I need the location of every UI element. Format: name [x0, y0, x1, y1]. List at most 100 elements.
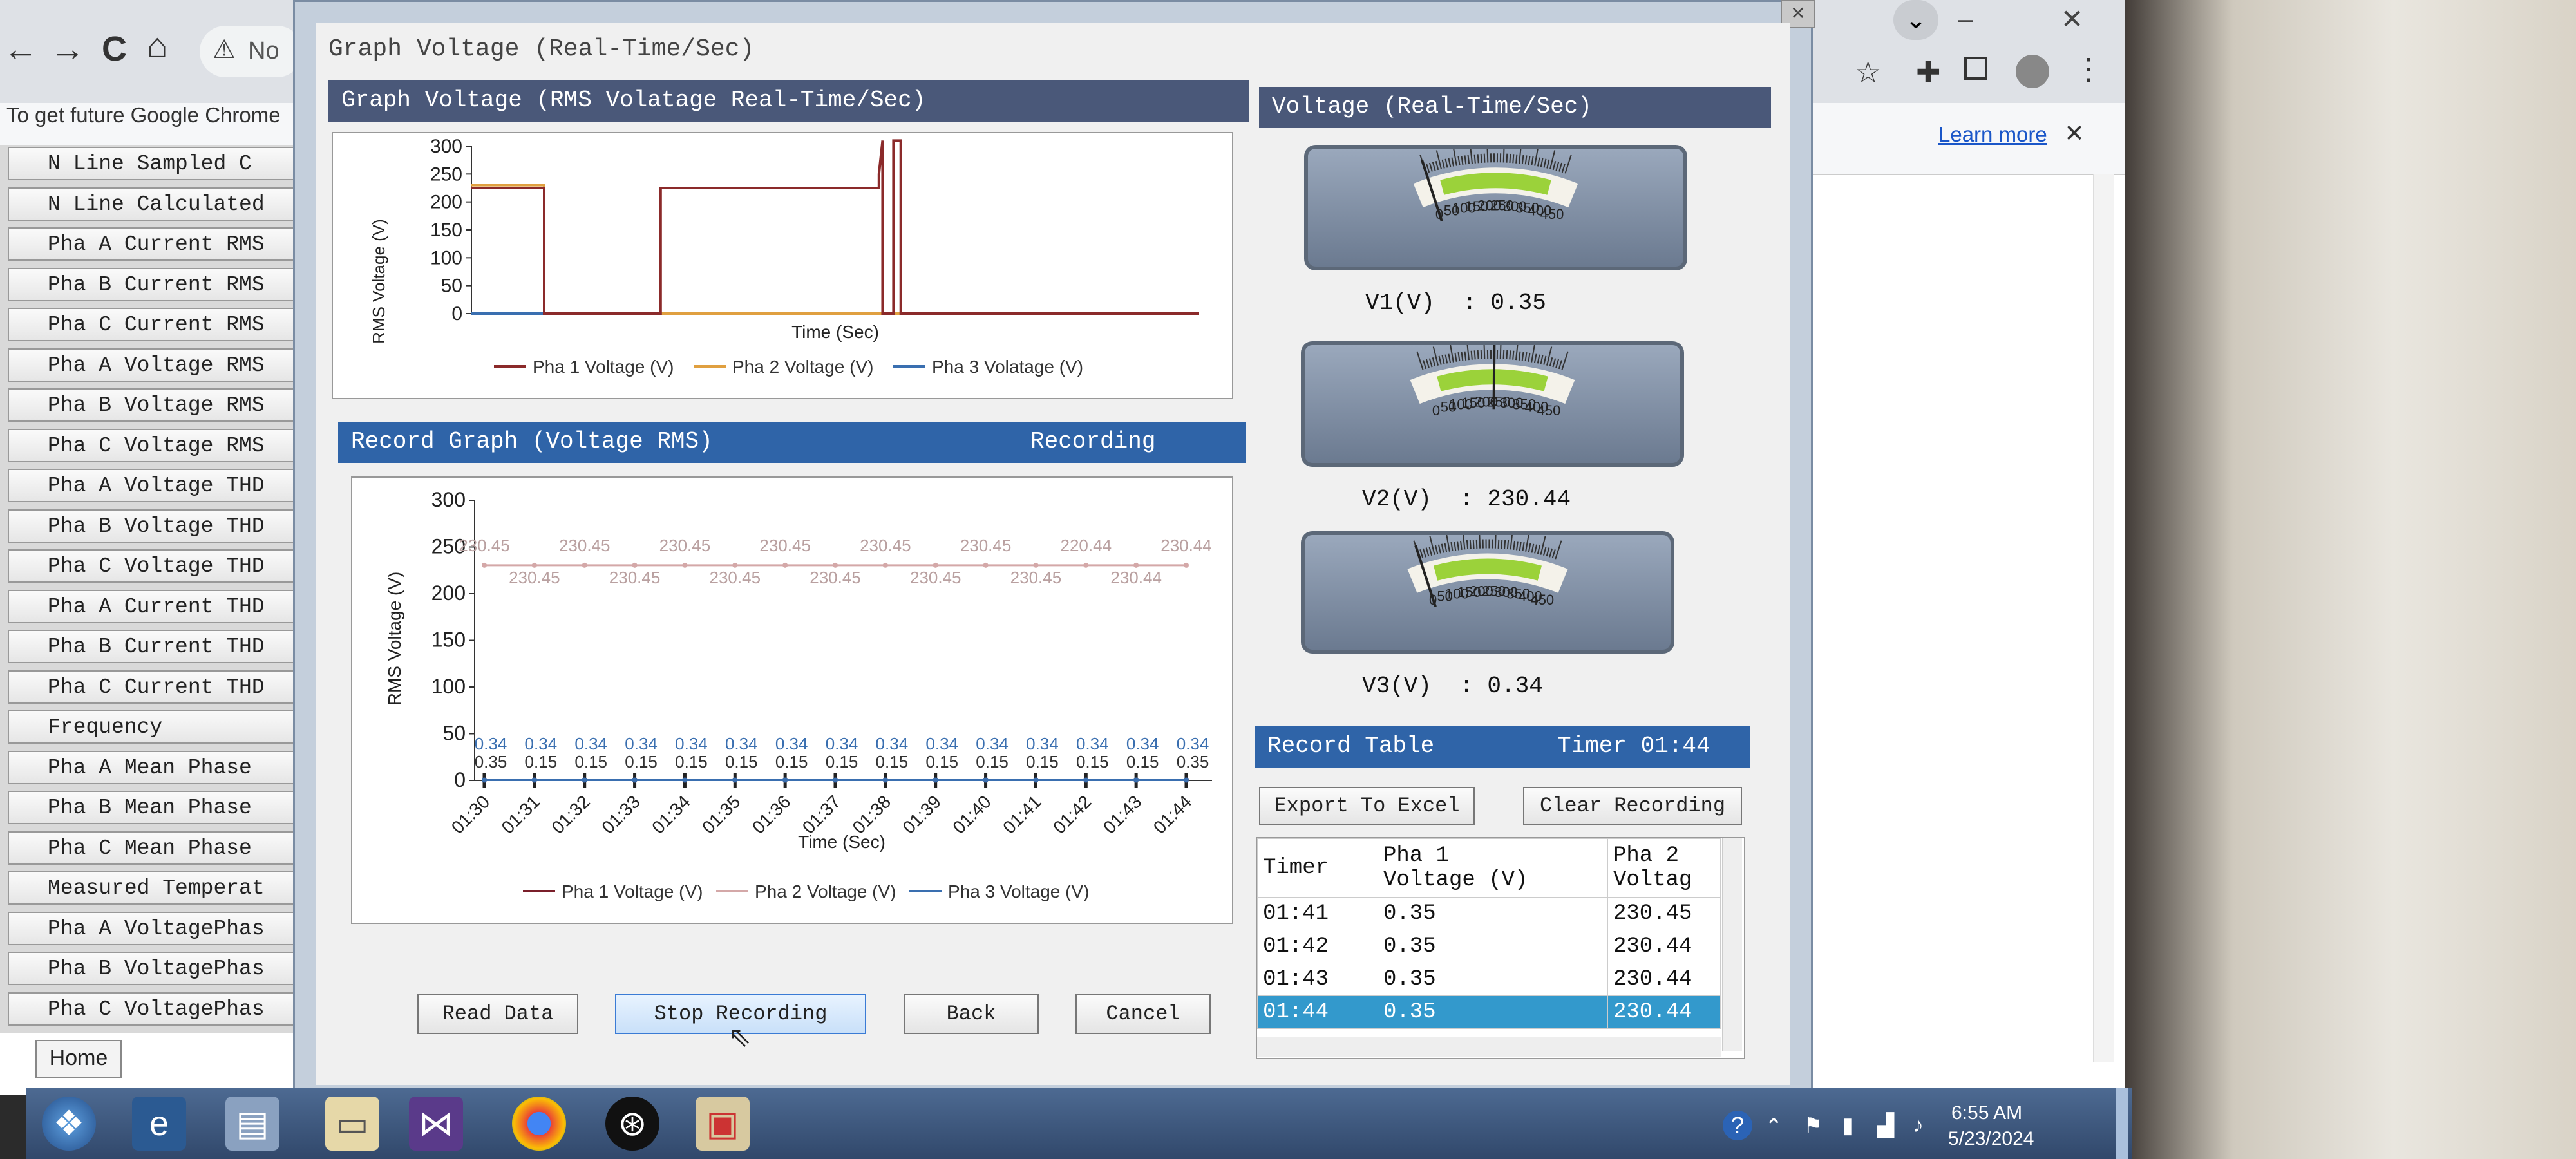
- data-point: [1133, 777, 1139, 783]
- app-window-icon[interactable]: ▣: [696, 1097, 750, 1151]
- voltage-gauge: 050100150200250300350400450: [1304, 145, 1687, 270]
- clock-time[interactable]: 6:55 AM: [1951, 1102, 2022, 1124]
- back-arrow-icon[interactable]: ←: [3, 29, 38, 69]
- volume-icon[interactable]: ♪: [1913, 1113, 1924, 1138]
- side-panel-icon[interactable]: [1964, 57, 1987, 80]
- app-list-item[interactable]: Pha B VoltagePhas: [8, 952, 317, 985]
- legend-label: Pha 3 Volatage (V): [932, 357, 1083, 377]
- show-desktop-button[interactable]: [2116, 1088, 2128, 1159]
- table-cell: 230.44: [1607, 995, 1721, 1029]
- data-label: 0.34: [475, 734, 507, 753]
- app-list-item[interactable]: Pha B Mean Phase: [8, 791, 317, 824]
- table-horizontal-scrollbar[interactable]: [1257, 1037, 1721, 1057]
- extensions-icon[interactable]: ✚: [1916, 55, 1941, 90]
- reload-icon[interactable]: C: [102, 29, 127, 69]
- data-label: 0.34: [876, 734, 909, 753]
- table-header-cell[interactable]: Timer: [1257, 838, 1378, 898]
- gauge-tick: [1564, 155, 1572, 174]
- edge-icon[interactable]: e: [132, 1097, 186, 1151]
- help-icon[interactable]: ?: [1723, 1111, 1752, 1140]
- minimize-icon[interactable]: –: [1958, 3, 1973, 34]
- table-row[interactable]: 01:42 0.35 230.44: [1257, 930, 1721, 963]
- app-list-item[interactable]: Pha C Voltage THD: [8, 549, 317, 583]
- app-list-item[interactable]: Pha A VoltagePhas: [8, 911, 317, 945]
- home-icon[interactable]: ⌂: [147, 26, 168, 66]
- gauge-tick: [1441, 543, 1444, 553]
- app-list-item[interactable]: Pha A Current RMS: [8, 227, 317, 261]
- app-list-item[interactable]: Pha C VoltagePhas: [8, 992, 317, 1026]
- back-button[interactable]: Back: [904, 994, 1039, 1034]
- gauge-tick: [1549, 548, 1553, 558]
- app-list-item[interactable]: Pha C Voltage RMS: [8, 428, 317, 462]
- gauge-tick: [1537, 157, 1540, 167]
- y-tick-label: 250: [430, 164, 462, 185]
- app-list-item[interactable]: Pha B Voltage RMS: [8, 388, 317, 422]
- background-photo: [2119, 0, 2576, 1159]
- y-tick-label: 0: [454, 768, 466, 791]
- data-point: [983, 562, 989, 568]
- tray-expand-icon[interactable]: ⌃: [1765, 1114, 1783, 1140]
- read-data-button[interactable]: Read Data: [417, 994, 578, 1034]
- battery-icon[interactable]: ▮: [1842, 1113, 1854, 1138]
- bookmark-star-icon[interactable]: ☆: [1855, 55, 1881, 90]
- export-excel-button[interactable]: Export To Excel: [1259, 787, 1475, 825]
- app-list-item[interactable]: Pha B Voltage THD: [8, 509, 317, 543]
- cancel-button[interactable]: Cancel: [1075, 994, 1211, 1034]
- file-explorer-icon[interactable]: ▭: [325, 1097, 379, 1151]
- data-label: 0.34: [725, 734, 758, 753]
- data-label: 0.34: [1026, 734, 1059, 753]
- record-table-panel: Timer Pha 1 Voltage (V) Pha 2 Voltag 01:41 0…: [1256, 837, 1745, 1059]
- gauge-scale-label: 450: [1530, 592, 1554, 608]
- table-row[interactable]: 01:41 0.35 230.45: [1257, 897, 1721, 930]
- clear-recording-button[interactable]: Clear Recording: [1523, 787, 1742, 825]
- network-icon[interactable]: ▟: [1877, 1113, 1894, 1138]
- data-label: 0.34: [826, 734, 858, 753]
- app-list-item[interactable]: Pha A Current THD: [8, 589, 317, 623]
- app-list-item[interactable]: Pha B Current THD: [8, 630, 317, 663]
- learn-more-link[interactable]: Learn more: [1938, 122, 2047, 147]
- data-label: 0.34: [925, 734, 958, 753]
- gauge-tick: [1531, 156, 1534, 165]
- notepad-icon[interactable]: ▤: [225, 1097, 279, 1151]
- table-vertical-scrollbar[interactable]: [1722, 838, 1742, 1051]
- table-header-cell[interactable]: Pha 1 Voltage (V): [1378, 838, 1608, 898]
- gauge-tick: [1428, 547, 1432, 556]
- app-list-item[interactable]: Pha A Mean Phase: [8, 750, 317, 784]
- app-list-item[interactable]: Pha C Current THD: [8, 670, 317, 704]
- address-bar[interactable]: ⚠ No: [200, 26, 303, 77]
- menu-dots-icon[interactable]: ⋮: [2074, 52, 2103, 86]
- data-label: 230.45: [860, 536, 911, 555]
- record-table-header: Record Table Timer 01:44: [1255, 726, 1750, 768]
- close-window-icon[interactable]: ✕: [2061, 3, 2083, 35]
- chrome-icon[interactable]: [512, 1097, 566, 1151]
- start-button-icon[interactable]: ❖: [42, 1097, 96, 1151]
- legend-label: Pha 3 Voltage (V): [948, 881, 1089, 901]
- gauge-tick: [1546, 159, 1550, 169]
- gauge-tick: [1435, 161, 1439, 171]
- flag-icon[interactable]: ⚑: [1803, 1113, 1823, 1138]
- clock-date[interactable]: 5/23/2024: [1948, 1128, 2034, 1150]
- app-list-item[interactable]: Pha A Voltage RMS: [8, 348, 317, 382]
- app-list-item[interactable]: Frequency: [8, 710, 317, 744]
- visual-studio-icon[interactable]: ⋈: [409, 1097, 463, 1151]
- app-list-item[interactable]: Pha A Voltage THD: [8, 469, 317, 502]
- app-list-item[interactable]: Pha C Mean Phase: [8, 831, 317, 865]
- home-button[interactable]: Home: [35, 1040, 122, 1078]
- app-list-item[interactable]: Pha B Current RMS: [8, 267, 317, 301]
- table-header-cell[interactable]: Pha 2 Voltag: [1607, 838, 1721, 898]
- gauge-tick: [1438, 355, 1442, 365]
- app-list-item[interactable]: N Line Sampled C: [8, 147, 317, 180]
- table-row[interactable]: 01:44 0.35 230.44: [1257, 995, 1721, 1029]
- app-list-item[interactable]: N Line Calculated: [8, 187, 317, 221]
- media-player-icon[interactable]: ⊛: [605, 1097, 659, 1151]
- profile-avatar[interactable]: [2016, 55, 2049, 88]
- infobar-close-icon[interactable]: ✕: [2064, 119, 2085, 148]
- forward-arrow-icon[interactable]: →: [50, 29, 85, 69]
- x-tick-label: 01:34: [648, 791, 694, 837]
- table-row[interactable]: 01:43 0.35 230.44: [1257, 963, 1721, 996]
- app-list-item[interactable]: Measured Temperat: [8, 871, 317, 905]
- app-list-item[interactable]: Pha C Current RMS: [8, 308, 317, 341]
- data-label: 230.44: [1110, 568, 1162, 587]
- chevron-down-icon[interactable]: ⌄: [1893, 0, 1938, 40]
- browser-scrollbar[interactable]: [2093, 174, 2114, 1062]
